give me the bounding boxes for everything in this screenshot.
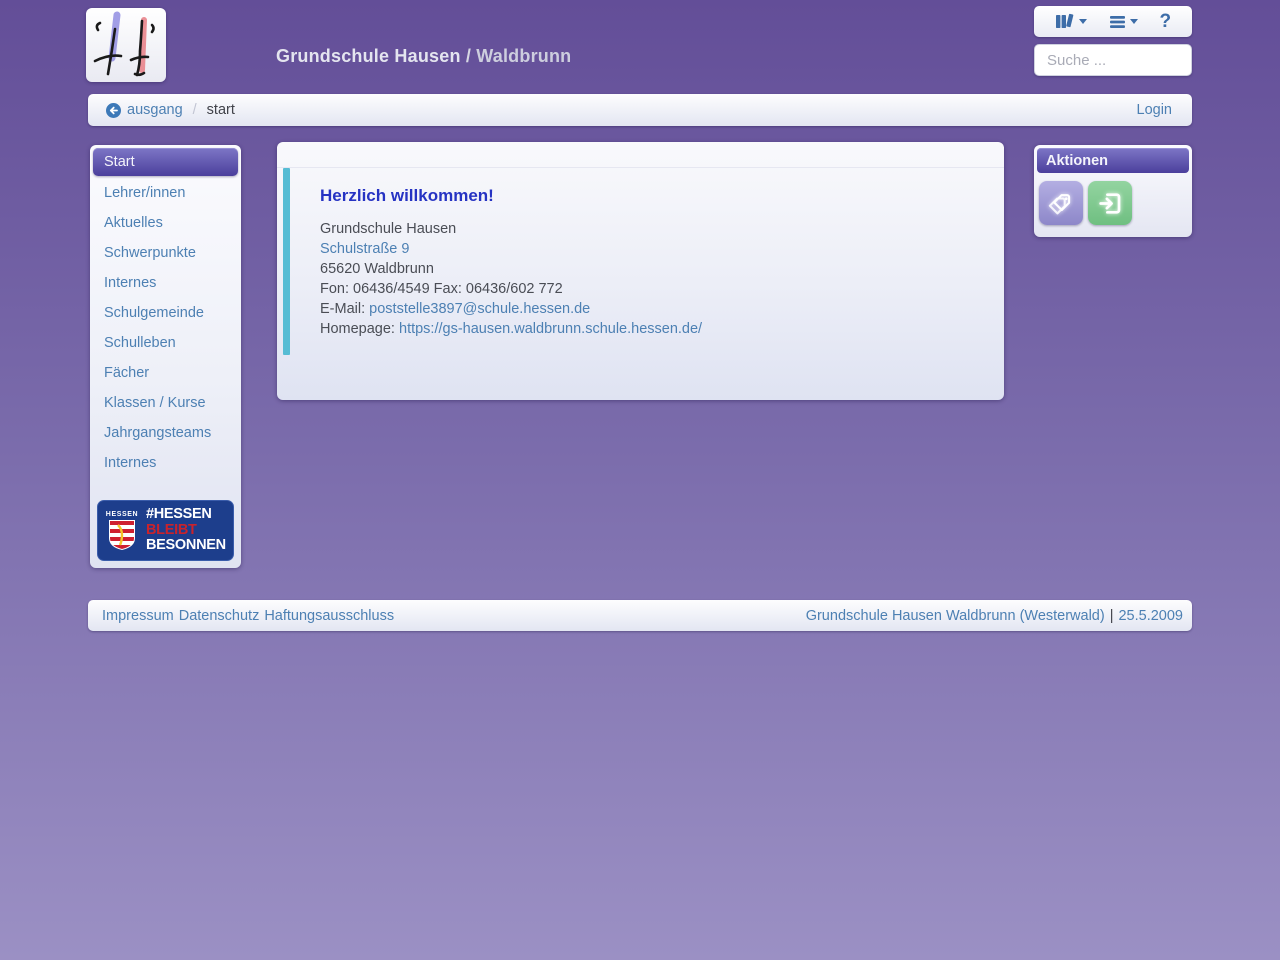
back-arrow-icon <box>106 103 121 118</box>
sidebar-item-internes-2[interactable]: Internes <box>93 448 238 478</box>
sidebar-item-schulleben[interactable]: Schulleben <box>93 328 238 358</box>
site-title-sub: Waldbrunn <box>476 46 571 66</box>
article-heading: Herzlich willkommen! <box>320 186 702 206</box>
sign-in-icon <box>1097 190 1124 217</box>
hessen-banner[interactable]: HESSEN <box>97 500 234 561</box>
hessen-coat-label: HESSEN <box>106 511 138 518</box>
breadcrumb-current: start <box>207 102 235 118</box>
banner-line-2: BLEIBT <box>146 523 226 539</box>
impressum-link[interactable]: Impressum <box>102 608 174 624</box>
school-logo <box>86 8 166 82</box>
hessen-banner-text: #HESSEN BLEIBT BESONNEN <box>146 507 226 554</box>
email-link[interactable]: poststelle3897@schule.hessen.de <box>369 301 590 317</box>
sidebar-item-schulgemeinde[interactable]: Schulgemeinde <box>93 298 238 328</box>
site-title-separator: / <box>466 46 471 66</box>
sidebar-menu: Start Lehrer/innen Aktuelles Schwerpunkt… <box>93 148 238 478</box>
email-label: E-Mail: <box>320 301 365 317</box>
content-panel: Herzlich willkommen! Grundschule Hausen … <box>277 142 1004 400</box>
logo-drawing-icon <box>86 8 166 82</box>
help-icon: ? <box>1159 12 1171 31</box>
breadcrumb-back-link[interactable]: ausgang <box>106 102 183 118</box>
welcome-article: Herzlich willkommen! Grundschule Hausen … <box>290 168 722 355</box>
sidebar-item-schwerpunkte[interactable]: Schwerpunkte <box>93 238 238 268</box>
hessen-shield-icon <box>108 519 136 551</box>
help-button[interactable]: ? <box>1159 12 1171 31</box>
search-box <box>1034 44 1192 76</box>
city-text: 65620 Waldbrunn <box>320 259 702 279</box>
sidebar-item-internes-1[interactable]: Internes <box>93 268 238 298</box>
library-menu-button[interactable] <box>1055 13 1087 30</box>
sidebar-item-faecher[interactable]: Fächer <box>93 358 238 388</box>
footer-bar: Impressum Datenschutz Haftungsausschluss… <box>88 600 1192 631</box>
datenschutz-link[interactable]: Datenschutz <box>179 608 260 624</box>
page-container: Grundschule Hausen / Waldbrunn ? <box>86 0 1192 960</box>
breadcrumb-back-label: ausgang <box>127 102 183 118</box>
teal-accent-bar <box>283 168 290 355</box>
footer-site-link[interactable]: Grundschule Hausen Waldbrunn (Westerwald… <box>806 608 1105 624</box>
sidebar-item-jahrgangsteams[interactable]: Jahrgangsteams <box>93 418 238 448</box>
banner-line-3: BESONNEN <box>146 538 226 554</box>
site-title-main: Grundschule Hausen <box>276 46 461 66</box>
tags-icon <box>1048 190 1075 217</box>
list-icon <box>1109 15 1126 29</box>
hessen-coat-of-arms: HESSEN <box>104 511 140 551</box>
list-menu-button[interactable] <box>1109 15 1138 29</box>
sidebar-item-klassen-kurse[interactable]: Klassen / Kurse <box>93 388 238 418</box>
actions-panel: Aktionen <box>1034 145 1192 237</box>
site-title: Grundschule Hausen / Waldbrunn <box>276 46 571 67</box>
footer-date-link[interactable]: 25.5.2009 <box>1118 608 1183 624</box>
banner-line-1: #HESSEN <box>146 507 226 523</box>
sidebar-item-aktuelles[interactable]: Aktuelles <box>93 208 238 238</box>
login-link[interactable]: Login <box>1137 102 1172 118</box>
school-name-text: Grundschule Hausen <box>320 219 702 239</box>
chevron-down-icon <box>1079 19 1087 24</box>
haftungsausschluss-link[interactable]: Haftungsausschluss <box>264 608 394 624</box>
sidebar-item-start[interactable]: Start <box>93 148 238 176</box>
footer-separator: | <box>1110 608 1114 624</box>
search-input[interactable] <box>1035 45 1191 75</box>
enter-action-button[interactable] <box>1088 181 1132 225</box>
breadcrumb: ausgang / start Login <box>88 94 1192 126</box>
tags-action-button[interactable] <box>1039 181 1083 225</box>
homepage-label: Homepage: <box>320 321 395 337</box>
content-panel-header-strip <box>277 142 1004 168</box>
chevron-down-icon <box>1130 19 1138 24</box>
sidebar: Start Lehrer/innen Aktuelles Schwerpunkt… <box>90 145 241 568</box>
actions-panel-title: Aktionen <box>1037 148 1189 173</box>
top-toolbar: ? <box>1034 6 1192 37</box>
homepage-link[interactable]: https://gs-hausen.waldbrunn.schule.hesse… <box>399 321 702 337</box>
phone-text: Fon: 06436/4549 Fax: 06436/602 772 <box>320 279 702 299</box>
street-link[interactable]: Schulstraße 9 <box>320 241 409 257</box>
library-icon <box>1055 13 1075 30</box>
sidebar-item-lehrer[interactable]: Lehrer/innen <box>93 178 238 208</box>
breadcrumb-separator: / <box>193 102 197 118</box>
